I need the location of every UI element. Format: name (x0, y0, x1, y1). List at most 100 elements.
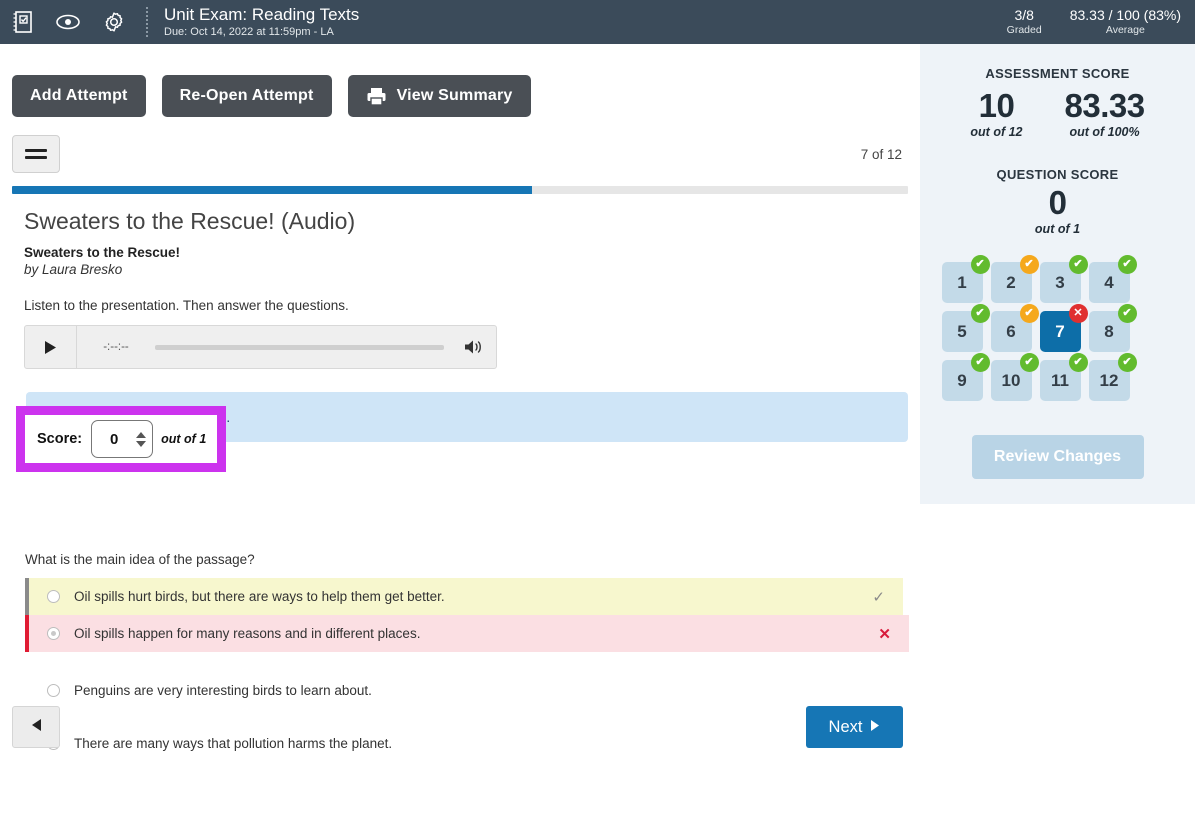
printer-icon (366, 87, 387, 106)
stat-average-label: Average (1105, 24, 1145, 36)
play-icon[interactable] (25, 326, 77, 368)
option-accent-bar (25, 615, 29, 652)
previous-triangle-icon (31, 718, 42, 737)
score-stepper[interactable] (91, 420, 154, 458)
question-nav-number: 4 (1104, 272, 1114, 292)
option-label: Oil spills hurt birds, but there are way… (74, 589, 445, 604)
question-progress-fill (12, 186, 532, 194)
question-nav-item[interactable]: 8 ✔ (1088, 304, 1137, 352)
score-out-of-label: out of 1 (161, 432, 207, 446)
settings-gear-icon[interactable] (100, 8, 128, 36)
assessment-percent: 83.33 out of 100% (1064, 87, 1146, 139)
question-score-heading: QUESTION SCORE (996, 167, 1119, 182)
answer-option-row[interactable]: Penguins are very interesting birds to l… (25, 672, 903, 709)
next-question-button[interactable]: Next (806, 706, 903, 748)
question-nav-item[interactable]: 10 ✔ (990, 353, 1039, 401)
question-nav-item[interactable]: 7 ✕ (1039, 304, 1088, 352)
correct-check-icon: ✓ (872, 588, 885, 606)
score-sidebar: ASSESSMENT SCORE 10 out of 12 83.33 out … (920, 44, 1195, 504)
view-summary-button[interactable]: View Summary (347, 75, 531, 117)
question-toolbar: 7 of 12 (0, 117, 920, 173)
page-count-label: 7 of 12 (860, 146, 902, 162)
option-radio-selected[interactable] (47, 627, 60, 640)
stat-graded-value: 3/8 (1014, 7, 1034, 23)
top-bar: Unit Exam: Reading Texts Due: Oct 14, 20… (0, 0, 1195, 44)
question-nav-number: 9 (957, 370, 967, 390)
correct-badge-icon: ✔ (1117, 255, 1137, 274)
answer-options-list: Oil spills hurt birds, but there are way… (25, 578, 909, 762)
question-nav-item[interactable]: 4 ✔ (1088, 255, 1137, 303)
option-radio[interactable] (47, 590, 60, 603)
question-score-block: 0 out of 1 (920, 182, 1195, 236)
assessment-percent-value: 83.33 (1064, 87, 1146, 124)
assessment-title: Unit Exam: Reading Texts (164, 5, 360, 24)
review-changes-button[interactable]: Review Changes (971, 435, 1144, 479)
score-label: Score: (37, 431, 83, 447)
attempt-actions: Add Attempt Re-Open Attempt View Summary (0, 44, 920, 117)
correct-badge-icon: ✔ (1019, 353, 1039, 372)
next-button-label: Next (828, 717, 863, 736)
assessment-due-date: Due: Oct 14, 2022 at 11:59pm - LA (164, 26, 334, 38)
partial-credit-badge-icon: ✔ (1019, 304, 1039, 323)
question-nav-item[interactable]: 3 ✔ (1039, 255, 1088, 303)
assignment-icon[interactable] (8, 8, 36, 36)
option-label: Penguins are very interesting birds to l… (74, 683, 372, 698)
option-label: Oil spills happen for many reasons and i… (74, 626, 421, 641)
hamburger-menu-icon[interactable] (12, 135, 60, 173)
option-label: There are many ways that pollution harms… (74, 736, 393, 751)
assessment-score-heading: ASSESSMENT SCORE (985, 66, 1130, 81)
correct-badge-icon: ✔ (970, 353, 990, 372)
question-score-sub: out of 1 (1034, 222, 1081, 236)
passage-title: Sweaters to the Rescue! (24, 245, 181, 260)
audio-time-display: -:--:-- (103, 341, 129, 353)
question-nav-item[interactable]: 9 ✔ (941, 353, 990, 401)
preview-eye-icon[interactable] (54, 8, 82, 36)
add-attempt-button[interactable]: Add Attempt (12, 75, 146, 117)
question-nav-item[interactable]: 11 ✔ (1039, 353, 1088, 401)
question-nav-number: 1 (957, 272, 967, 292)
option-accent-bar (25, 578, 29, 615)
topbar-divider (146, 7, 148, 37)
assessment-score-values: 10 out of 12 83.33 out of 100% (920, 81, 1195, 139)
question-nav-item[interactable]: 12 ✔ (1088, 353, 1137, 401)
assessment-percent-sub: out of 100% (1069, 125, 1140, 139)
answer-option-row[interactable]: Oil spills happen for many reasons and i… (25, 615, 909, 652)
question-nav-number: 6 (1006, 321, 1016, 341)
question-title: Sweaters to the Rescue! (Audio) (24, 208, 356, 234)
assessment-title-block: Unit Exam: Reading Texts Due: Oct 14, 20… (164, 5, 359, 39)
question-instructions: Listen to the presentation. Then answer … (24, 298, 349, 313)
question-nav-item[interactable]: 6 ✔ (990, 304, 1039, 352)
assessment-points-sub: out of 12 (970, 125, 1023, 139)
stat-average: 83.33 / 100 (83%) Average 6/ (1056, 7, 1195, 37)
previous-question-button[interactable] (12, 706, 60, 748)
spinner-down-icon[interactable] (136, 440, 147, 447)
incorrect-badge-icon: ✕ (1068, 304, 1088, 323)
correct-badge-icon: ✔ (970, 255, 990, 274)
question-nav-item[interactable]: 1 ✔ (941, 255, 990, 303)
answer-option-row[interactable]: Oil spills hurt birds, but there are way… (25, 578, 903, 615)
question-navigator-grid: 1 ✔ 2 ✔ 3 ✔ 4 ✔ 5 ✔ 6 ✔ 7 ✕ 8 ✔ 9 ✔ 10 ✔ 11 ✔ 12 ✔ (941, 255, 1174, 401)
audio-seek-slider[interactable] (155, 344, 444, 350)
volume-icon[interactable] (452, 338, 496, 356)
topbar-icon-group (0, 8, 128, 36)
topbar-stats: 3/8 Graded 83.33 / 100 (83%) Average 6/ (993, 7, 1195, 37)
next-triangle-icon (870, 718, 880, 737)
answer-option-row[interactable]: There are many ways that pollution harms… (25, 725, 903, 762)
audio-player[interactable]: -:--:-- (24, 325, 497, 369)
correct-badge-icon: ✔ (970, 304, 990, 323)
question-nav-item[interactable]: 2 ✔ (990, 255, 1039, 303)
option-radio[interactable] (47, 684, 60, 697)
correct-badge-icon: ✔ (1068, 255, 1088, 274)
passage-author: by Laura Bresko (24, 262, 123, 277)
question-nav-number: 11 (1051, 370, 1069, 390)
reopen-attempt-button[interactable]: Re-Open Attempt (161, 75, 332, 117)
score-input[interactable] (92, 430, 137, 448)
sidebar-filler (920, 504, 1195, 825)
question-nav-number: 7 (1055, 321, 1065, 341)
correct-badge-icon: ✔ (1117, 304, 1137, 323)
score-highlight-box: Score: out of 1 (16, 406, 226, 472)
question-nav-item[interactable]: 5 ✔ (941, 304, 990, 352)
stat-graded: 3/8 Graded (993, 7, 1056, 37)
score-spinner[interactable] (136, 431, 152, 447)
spinner-up-icon[interactable] (136, 431, 147, 438)
